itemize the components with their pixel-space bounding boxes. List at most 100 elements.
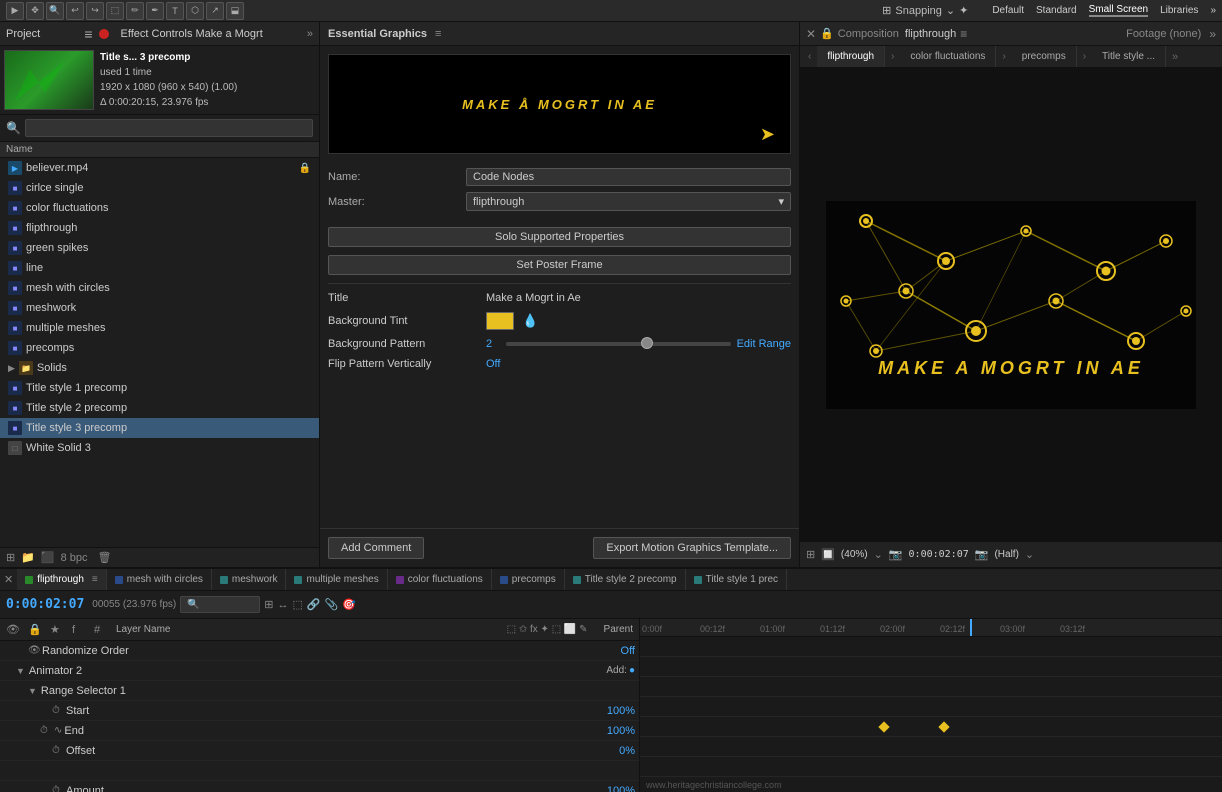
panel-menu-icon[interactable]: ≡ xyxy=(84,26,92,42)
pen-tool[interactable]: ✏ xyxy=(126,2,144,20)
timeline-search-input[interactable] xyxy=(180,596,260,613)
layer-eye-icon[interactable]: 👁 xyxy=(28,645,42,656)
list-item[interactable]: ■ green spikes xyxy=(0,238,319,258)
snapping-label[interactable]: Snapping xyxy=(895,5,942,17)
folder-item[interactable]: ▶ 📁 Solids xyxy=(0,358,319,378)
panel-icon-2[interactable]: 📁 xyxy=(21,551,35,564)
timeline-tab-flipthrough[interactable]: flipthrough ≡ xyxy=(17,569,107,590)
comp-lock-icon[interactable]: 🔒 xyxy=(820,27,834,40)
redo-tool[interactable]: ↪ xyxy=(86,2,104,20)
paint-tool[interactable]: ✒ xyxy=(146,2,164,20)
select-tool[interactable]: ▶ xyxy=(6,2,24,20)
layer-value[interactable]: 100% xyxy=(607,785,635,792)
timeline-tab-precomps[interactable]: precomps xyxy=(492,569,565,590)
list-item[interactable]: ■ color fluctuations xyxy=(0,198,319,218)
layer-value[interactable]: 0% xyxy=(619,745,635,757)
text-tool[interactable]: T xyxy=(166,2,184,20)
pattern-value[interactable]: 2 xyxy=(486,338,500,350)
tab-scroll-left-icon[interactable]: ‹ xyxy=(804,51,815,62)
pattern-slider-thumb[interactable] xyxy=(641,337,653,349)
puppet-tool[interactable]: ⬡ xyxy=(186,2,204,20)
search-input[interactable] xyxy=(25,119,313,137)
timeline-ctrl-3[interactable]: ⬚ xyxy=(292,598,302,611)
comp-tab-color-fluctuations[interactable]: color fluctuations xyxy=(900,46,996,67)
list-item[interactable]: ■ meshwork xyxy=(0,298,319,318)
comp-tab-title-style[interactable]: Title style ... xyxy=(1092,46,1166,67)
list-item[interactable]: ■ line xyxy=(0,258,319,278)
eyedropper-icon[interactable]: 💧 xyxy=(522,313,538,329)
list-item-selected[interactable]: ■ Title style 3 precomp xyxy=(0,418,319,438)
workspace-expand-icon[interactable]: » xyxy=(1210,5,1216,16)
pattern-slider-track[interactable] xyxy=(506,342,731,346)
comp-toolbar-icon-1[interactable]: ⊞ xyxy=(806,548,815,561)
triangle-down-icon[interactable]: ▼ xyxy=(16,666,25,676)
comp-toolbar-icon-3[interactable]: ⌄ xyxy=(874,548,883,561)
panel2-expand-icon[interactable]: » xyxy=(307,28,313,40)
workspace-default[interactable]: Default xyxy=(992,5,1024,16)
list-item-mesh-circles[interactable]: ■ mesh with circles xyxy=(0,278,319,298)
list-item[interactable]: ▶ believer.mp4 🔒 xyxy=(0,158,319,178)
keyframe-diamond-2[interactable] xyxy=(938,721,949,732)
timeline-tab-multiple-meshes[interactable]: multiple meshes xyxy=(286,569,387,590)
workspace-standard[interactable]: Standard xyxy=(1036,5,1077,16)
list-item[interactable]: ■ cirlce single xyxy=(0,178,319,198)
list-item[interactable]: ■ Title style 2 precomp xyxy=(0,398,319,418)
timeline-playhead[interactable] xyxy=(970,619,972,636)
name-input[interactable] xyxy=(466,168,791,186)
bg-tint-color-swatch[interactable] xyxy=(486,312,514,330)
solo-properties-button[interactable]: Solo Supported Properties xyxy=(328,227,791,247)
comp-expand-icon[interactable]: » xyxy=(1209,27,1216,41)
comp-tab-flipthrough[interactable]: flipthrough xyxy=(817,46,885,67)
list-item[interactable]: ■ multiple meshes xyxy=(0,318,319,338)
timeline-tab-color-fluctuations[interactable]: color fluctuations xyxy=(388,569,492,590)
keyframe-diamond-1[interactable] xyxy=(878,721,889,732)
comp-toolbar-icon-2[interactable]: 🔲 xyxy=(821,548,835,561)
timeline-close-icon[interactable]: ✕ xyxy=(0,573,17,586)
undo-tool[interactable]: ↩ xyxy=(66,2,84,20)
add-comment-button[interactable]: Add Comment xyxy=(328,537,424,559)
grid-tool[interactable]: ⬓ xyxy=(226,2,244,20)
current-timecode[interactable]: 0:00:02:07 xyxy=(6,597,84,612)
export-template-button[interactable]: Export Motion Graphics Template... xyxy=(593,537,791,559)
triangle-down-2-icon[interactable]: ▼ xyxy=(28,686,37,696)
tab-menu-icon[interactable]: ≡ xyxy=(92,574,98,585)
snapping-expand[interactable]: ⌄ xyxy=(946,4,955,17)
workspace-small-screen[interactable]: Small Screen xyxy=(1089,4,1148,17)
set-poster-frame-button[interactable]: Set Poster Frame xyxy=(328,255,791,275)
timeline-ctrl-5[interactable]: 📎 xyxy=(325,598,339,611)
flip-pattern-value[interactable]: Off xyxy=(486,358,500,370)
comp-quality-label[interactable]: (Half) xyxy=(994,549,1018,560)
timeline-tab-meshwork[interactable]: meshwork xyxy=(212,569,287,590)
timeline-ctrl-4[interactable]: 🔗 xyxy=(307,598,321,611)
shape-tool[interactable]: ⬚ xyxy=(106,2,124,20)
comp-toolbar-icon-4[interactable]: 📷 xyxy=(889,548,903,561)
camera-tool[interactable]: ↗ xyxy=(206,2,224,20)
timeline-tab-mesh-circles[interactable]: mesh with circles xyxy=(107,569,212,590)
move-tool[interactable]: ✥ xyxy=(26,2,44,20)
trash-icon[interactable]: 🗑 xyxy=(98,551,112,564)
layer-value[interactable]: 100% xyxy=(607,725,635,737)
timeline-ctrl-2[interactable]: ↔ xyxy=(277,599,288,611)
master-dropdown[interactable]: flipthrough ▾ xyxy=(466,192,791,211)
timeline-tab-title-style-2[interactable]: Title style 2 precomp xyxy=(565,569,686,590)
panel-icon-1[interactable]: ⊞ xyxy=(6,551,15,564)
comp-zoom-label[interactable]: (40%) xyxy=(841,549,868,560)
timeline-tab-title-style-1[interactable]: Title style 1 prec xyxy=(686,569,787,590)
list-item[interactable]: ■ precomps xyxy=(0,338,319,358)
comp-toolbar-icon-6[interactable]: ⌄ xyxy=(1025,548,1034,561)
tab-overflow-icon[interactable]: » xyxy=(1172,51,1178,63)
workspace-libraries[interactable]: Libraries xyxy=(1160,5,1198,16)
comp-close-icon[interactable]: ✕ xyxy=(806,27,816,41)
timeline-ctrl-1[interactable]: ⊞ xyxy=(264,598,273,611)
timeline-ctrl-6[interactable]: 🎯 xyxy=(342,598,356,611)
comp-tab-precomps[interactable]: precomps xyxy=(1012,46,1077,67)
list-item[interactable]: ■ Title style 1 precomp xyxy=(0,378,319,398)
comp-timecode-label[interactable]: 0:00:02:07 xyxy=(909,549,969,560)
comp-toolbar-icon-5[interactable]: 📷 xyxy=(975,548,989,561)
list-item[interactable]: ■ flipthrough xyxy=(0,218,319,238)
edit-range-button[interactable]: Edit Range xyxy=(737,338,791,350)
comp-menu-icon[interactable]: ≡ xyxy=(960,27,967,41)
layer-value[interactable]: 100% xyxy=(607,705,635,717)
list-item[interactable]: □ White Solid 3 xyxy=(0,438,319,458)
zoom-tool[interactable]: 🔍 xyxy=(46,2,64,20)
